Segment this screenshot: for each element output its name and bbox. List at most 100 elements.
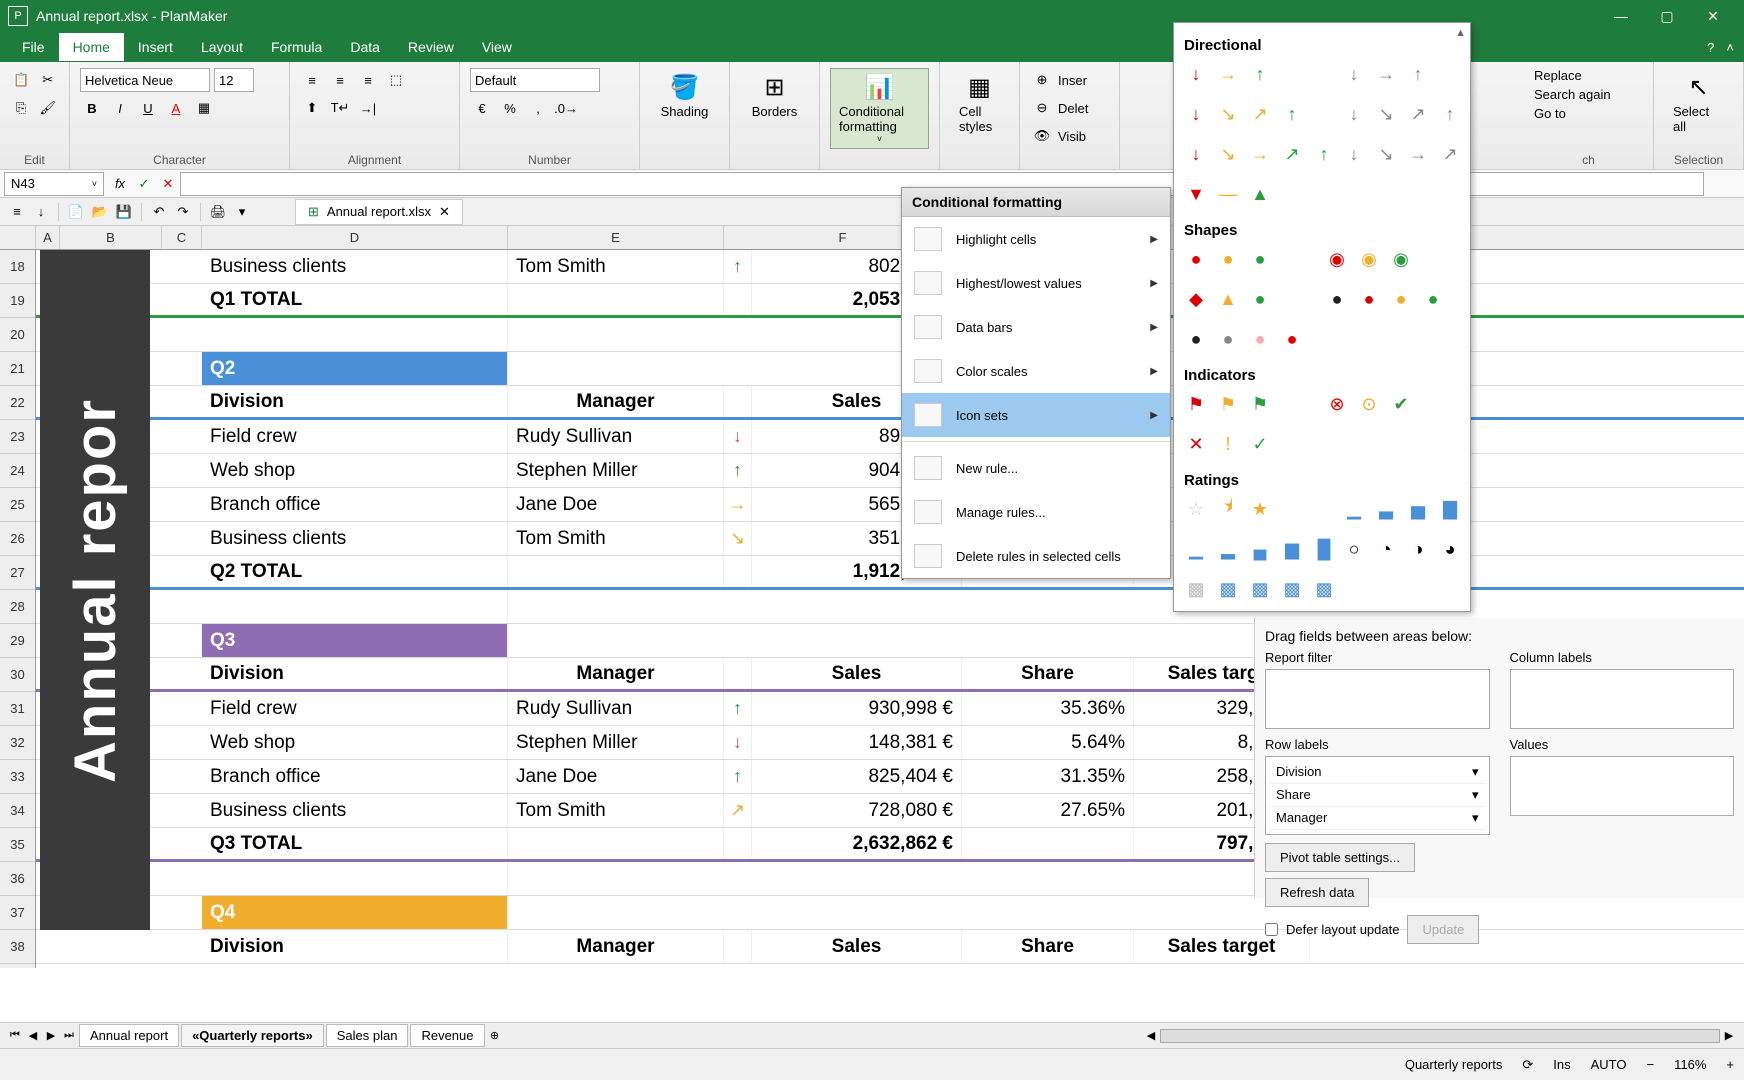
cf-color-scales[interactable]: Color scales▶ <box>902 349 1170 393</box>
indent-icon[interactable]: →| <box>356 96 380 120</box>
document-tab[interactable]: ⊞ Annual report.xlsx ✕ <box>295 199 463 225</box>
wrap-text-icon[interactable]: T↵ <box>328 96 352 120</box>
hscroll-right-icon[interactable]: ▶ <box>1720 1029 1738 1042</box>
menu-file[interactable]: File <box>8 33 59 61</box>
row-29[interactable]: 29 <box>0 624 35 658</box>
hscroll-left-icon[interactable]: ◀ <box>1142 1029 1160 1042</box>
row-35[interactable]: 35 <box>0 828 35 862</box>
row-36[interactable]: 36 <box>0 862 35 896</box>
iconset-3arrows-gray[interactable]: ↓→↑ <box>1342 62 1471 86</box>
cut-icon[interactable]: ✂ <box>37 68 60 92</box>
down-icon[interactable]: ↓ <box>30 201 52 223</box>
defer-layout-checkbox[interactable] <box>1265 923 1278 936</box>
ribbon-collapse-icon[interactable]: ˄ <box>1726 40 1734 55</box>
highlight-button[interactable]: ▦ <box>192 96 216 120</box>
name-box[interactable]: N43˅ <box>4 172 104 196</box>
underline-button[interactable]: U <box>136 96 160 120</box>
iconset-5quarters[interactable]: ○◔◑◕● <box>1342 537 1471 561</box>
iconset-5arrows-gray[interactable]: ↓↘→↗↑ <box>1342 142 1471 166</box>
row-27[interactable]: 27 <box>0 556 35 590</box>
col-D[interactable]: D <box>202 226 508 249</box>
close-button[interactable]: ✕ <box>1690 0 1736 32</box>
comma-icon[interactable]: , <box>526 96 550 120</box>
iconset-3symbols[interactable]: ✕!✓ <box>1184 432 1319 456</box>
row-28[interactable]: 28 <box>0 590 35 624</box>
row-labels-area[interactable]: Division▾ Share▾ Manager▾ <box>1265 756 1490 835</box>
align-right-icon[interactable]: ≡ <box>356 68 380 92</box>
col-C[interactable]: C <box>162 226 202 249</box>
select-all-button[interactable]: ↖ Select all <box>1664 68 1733 139</box>
sort-icon[interactable]: ▾ <box>231 201 253 223</box>
menu-view[interactable]: View <box>468 33 526 61</box>
tab-next-icon[interactable]: ▶ <box>42 1029 60 1042</box>
align-center-icon[interactable]: ≡ <box>328 68 352 92</box>
font-name-input[interactable] <box>80 68 210 92</box>
row-21[interactable]: 21 <box>0 352 35 386</box>
iconset-5boxes[interactable]: ▩▩▩▩▩ <box>1184 577 1336 601</box>
menu-review[interactable]: Review <box>394 33 468 61</box>
search-again-link[interactable]: Search again <box>1534 87 1611 102</box>
conditional-formatting-button[interactable]: 📊 Conditional formatting ˅ <box>830 68 929 149</box>
row-23[interactable]: 23 <box>0 420 35 454</box>
cell-styles-button[interactable]: ▦ Cell styles <box>950 68 1009 139</box>
sheet-tab-quarterly[interactable]: «Quarterly reports» <box>181 1024 324 1047</box>
font-color-button[interactable]: A <box>164 96 188 120</box>
toggle-icon[interactable]: ≡ <box>6 201 28 223</box>
q2-col-division[interactable]: Division <box>202 386 508 417</box>
align-left-icon[interactable]: ≡ <box>300 68 324 92</box>
values-area[interactable] <box>1510 756 1735 816</box>
col-B[interactable]: B <box>60 226 162 249</box>
cf-data-bars[interactable]: Data bars▶ <box>902 305 1170 349</box>
open-icon[interactable]: 📂 <box>89 201 111 223</box>
bold-button[interactable]: B <box>80 96 104 120</box>
report-filter-area[interactable] <box>1265 669 1490 729</box>
cancel-icon[interactable]: ✕ <box>156 172 180 196</box>
row-37[interactable]: 37 <box>0 896 35 930</box>
menu-insert[interactable]: Insert <box>124 33 187 61</box>
iconset-4arrows-color[interactable]: ↓↘↗↑ <box>1184 102 1336 126</box>
pivot-settings-button[interactable]: Pivot table settings... <box>1265 843 1415 872</box>
delete-cells-icon[interactable]: ⊖ <box>1030 96 1054 120</box>
borders-button[interactable]: ⊞ Borders <box>740 68 809 124</box>
iconset-5ratings[interactable]: ▁▂▄▆█ <box>1184 537 1336 561</box>
sheet-tab-revenue[interactable]: Revenue <box>410 1024 484 1047</box>
status-refresh-icon[interactable]: ⟳ <box>1522 1057 1533 1073</box>
sheet-tab-annual[interactable]: Annual report <box>79 1024 179 1047</box>
menu-data[interactable]: Data <box>336 33 394 61</box>
new-icon[interactable]: 📄 <box>65 201 87 223</box>
iconset-4ratings[interactable]: ▁▃▅▇ <box>1342 497 1471 521</box>
cf-icon-sets[interactable]: Icon sets▶ <box>902 393 1170 437</box>
refresh-data-button[interactable]: Refresh data <box>1265 878 1369 907</box>
currency-icon[interactable]: € <box>470 96 494 120</box>
menu-formula[interactable]: Formula <box>257 33 336 61</box>
cell-d19[interactable]: Q1 TOTAL <box>202 284 508 315</box>
percent-icon[interactable]: % <box>498 96 522 120</box>
save-icon[interactable]: 💾 <box>113 201 135 223</box>
row-25[interactable]: 25 <box>0 488 35 522</box>
row-20[interactable]: 20 <box>0 318 35 352</box>
q2-col-manager[interactable]: Manager <box>508 386 724 417</box>
cf-new-rule[interactable]: New rule... <box>902 446 1170 490</box>
zoom-in-icon[interactable]: + <box>1726 1057 1734 1072</box>
iconset-4arrows-gray[interactable]: ↓↘↗↑ <box>1342 102 1471 126</box>
minimize-button[interactable]: — <box>1598 0 1644 32</box>
row-34[interactable]: 34 <box>0 794 35 828</box>
italic-button[interactable]: I <box>108 96 132 120</box>
iconset-5arrows-color[interactable]: ↓↘→↗↑ <box>1184 142 1336 166</box>
row-22[interactable]: 22 <box>0 386 35 420</box>
row-24[interactable]: 24 <box>0 454 35 488</box>
undo-icon[interactable]: ↶ <box>148 201 170 223</box>
format-painter-icon[interactable]: 🖌 <box>37 96 60 120</box>
cf-highest-lowest[interactable]: Highest/lowest values▶ <box>902 261 1170 305</box>
iconset-red-to-black[interactable]: ●●●● <box>1184 327 1319 351</box>
row-38[interactable]: 38 <box>0 930 35 964</box>
iconset-3signs[interactable]: ◆▲● <box>1184 287 1319 311</box>
chevron-down-icon[interactable]: ▾ <box>1472 810 1479 826</box>
row-30[interactable]: 30 <box>0 658 35 692</box>
iconset-3triangles[interactable]: ▼—▲ <box>1184 182 1336 206</box>
zoom-out-icon[interactable]: − <box>1647 1057 1655 1072</box>
close-tab-icon[interactable]: ✕ <box>439 204 450 220</box>
fx-icon[interactable]: fx <box>108 176 132 191</box>
sheet-tab-sales-plan[interactable]: Sales plan <box>326 1024 409 1047</box>
row-18[interactable]: 18 <box>0 250 35 284</box>
